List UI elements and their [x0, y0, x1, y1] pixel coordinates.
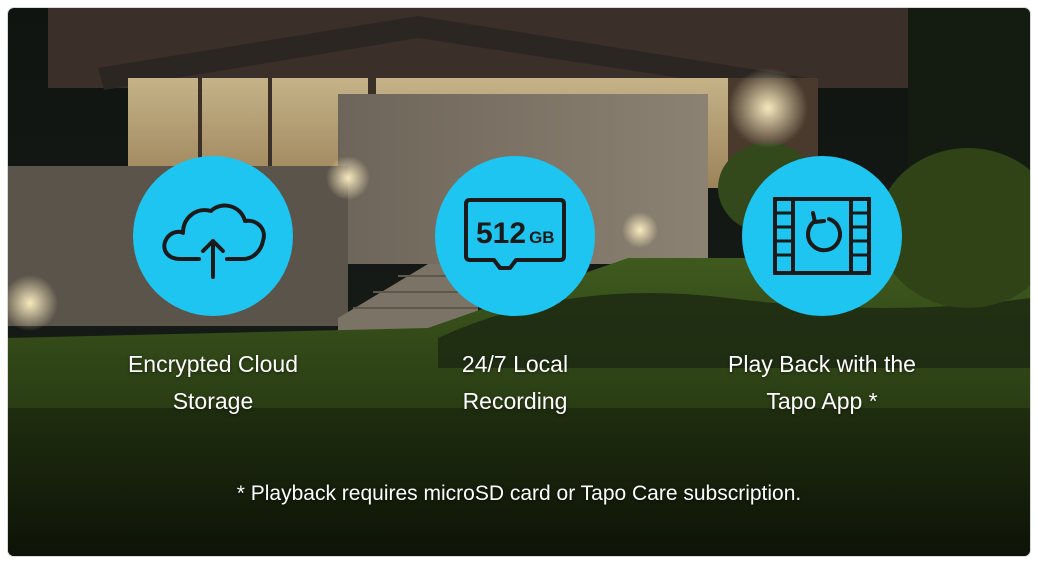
card-capacity-text: 512 GB [476, 217, 555, 250]
feature-list: Encrypted Cloud Storage 512 GB 24/7 Local… [8, 8, 1030, 556]
feature-label-line1: 24/7 Local [461, 351, 569, 377]
feature-label-line2: Tapo App * [766, 388, 878, 414]
feature-label-line1: Play Back with the [728, 351, 916, 377]
video-replay-icon [773, 197, 871, 275]
feature-label-line2: Recording [462, 388, 568, 414]
feature-local-recording: 512 GB 24/7 Local Recording [395, 156, 635, 420]
feature-label-line1: Encrypted Cloud [127, 351, 299, 377]
cloud-upload-icon [162, 203, 266, 279]
feature-icon-circle [133, 156, 293, 316]
feature-label: Encrypted Cloud Storage [128, 346, 298, 420]
microsd-card-icon: 512 GB [464, 198, 566, 270]
feature-label: 24/7 Local Recording [462, 346, 568, 420]
feature-label: Play Back with the Tapo App * [728, 346, 916, 420]
feature-icon-circle [742, 156, 902, 316]
feature-playback: Play Back with the Tapo App * [702, 156, 942, 420]
feature-label-line2: Storage [172, 388, 254, 414]
feature-cloud-storage: Encrypted Cloud Storage [93, 156, 333, 420]
playback-footnote: * Playback requires microSD card or Tapo… [236, 482, 802, 505]
banner-frame: Encrypted Cloud Storage 512 GB 24/7 Local… [8, 8, 1030, 556]
feature-icon-circle: 512 GB [435, 156, 595, 316]
